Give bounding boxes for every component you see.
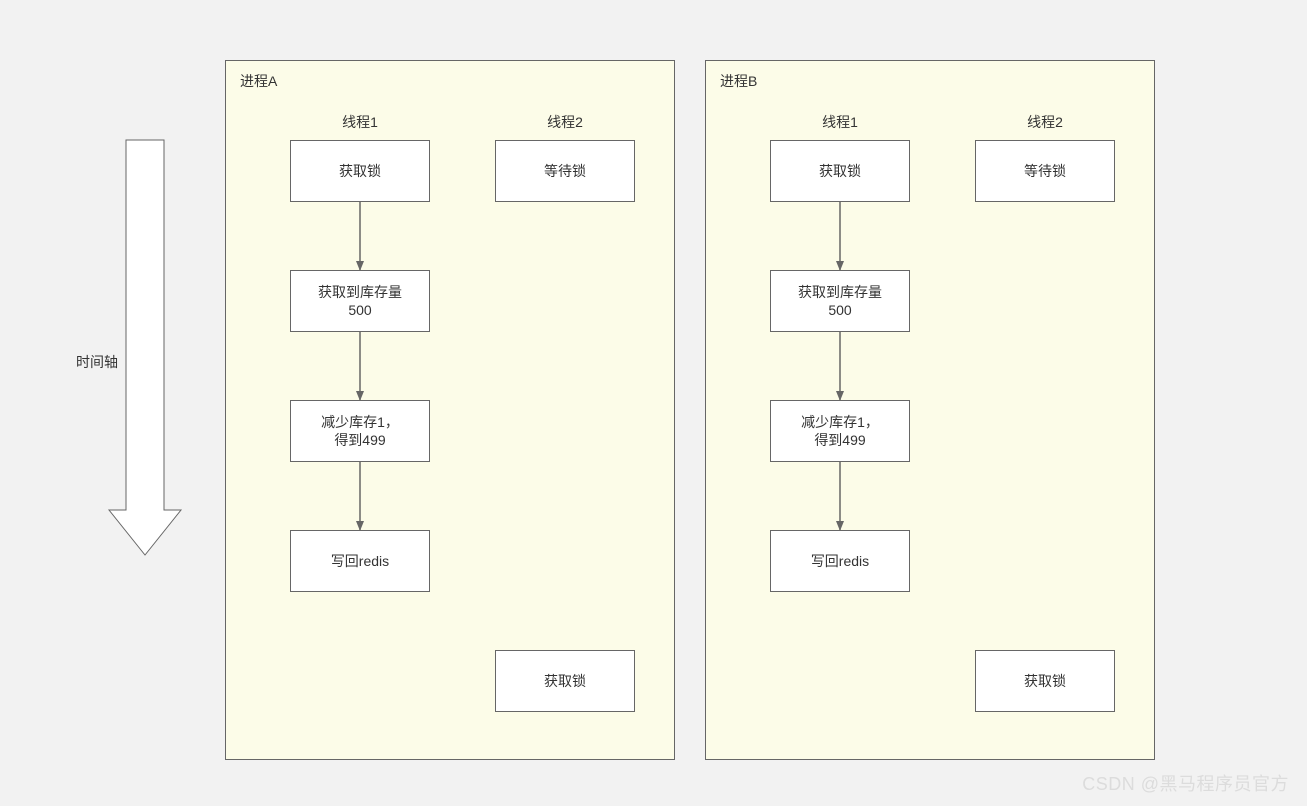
b-thread2-step2-box: 获取锁 (975, 650, 1115, 712)
a-thread1-step4-box: 写回redis (290, 530, 430, 592)
timeline-arrow-icon (109, 140, 181, 555)
a-thread2-step2-box: 获取锁 (495, 650, 635, 712)
process-b-thread2-label: 线程2 (1020, 112, 1070, 132)
b-thread1-step2-box: 获取到库存量 500 (770, 270, 910, 332)
b-thread2-step1-box: 等待锁 (975, 140, 1115, 202)
a-thread1-step2-box: 获取到库存量 500 (290, 270, 430, 332)
a-thread1-step3-box: 减少库存1， 得到499 (290, 400, 430, 462)
process-a-title: 进程A (240, 71, 277, 91)
timeline-label: 时间轴 (72, 352, 122, 372)
b-thread1-step3-box: 减少库存1， 得到499 (770, 400, 910, 462)
process-a-thread2-label: 线程2 (540, 112, 590, 132)
b-thread1-step1-box: 获取锁 (770, 140, 910, 202)
process-b-title: 进程B (720, 71, 757, 91)
process-b-thread1-label: 线程1 (815, 112, 865, 132)
a-thread1-step1-box: 获取锁 (290, 140, 430, 202)
diagram-stage: 进程A 进程B 线程1 线程2 线程1 线程2 获取锁 获取到库存量 500 减… (0, 0, 1307, 806)
process-a-thread1-label: 线程1 (335, 112, 385, 132)
b-thread1-step4-box: 写回redis (770, 530, 910, 592)
watermark-text: CSDN @黑马程序员官方 (1082, 770, 1289, 796)
a-thread2-step1-box: 等待锁 (495, 140, 635, 202)
